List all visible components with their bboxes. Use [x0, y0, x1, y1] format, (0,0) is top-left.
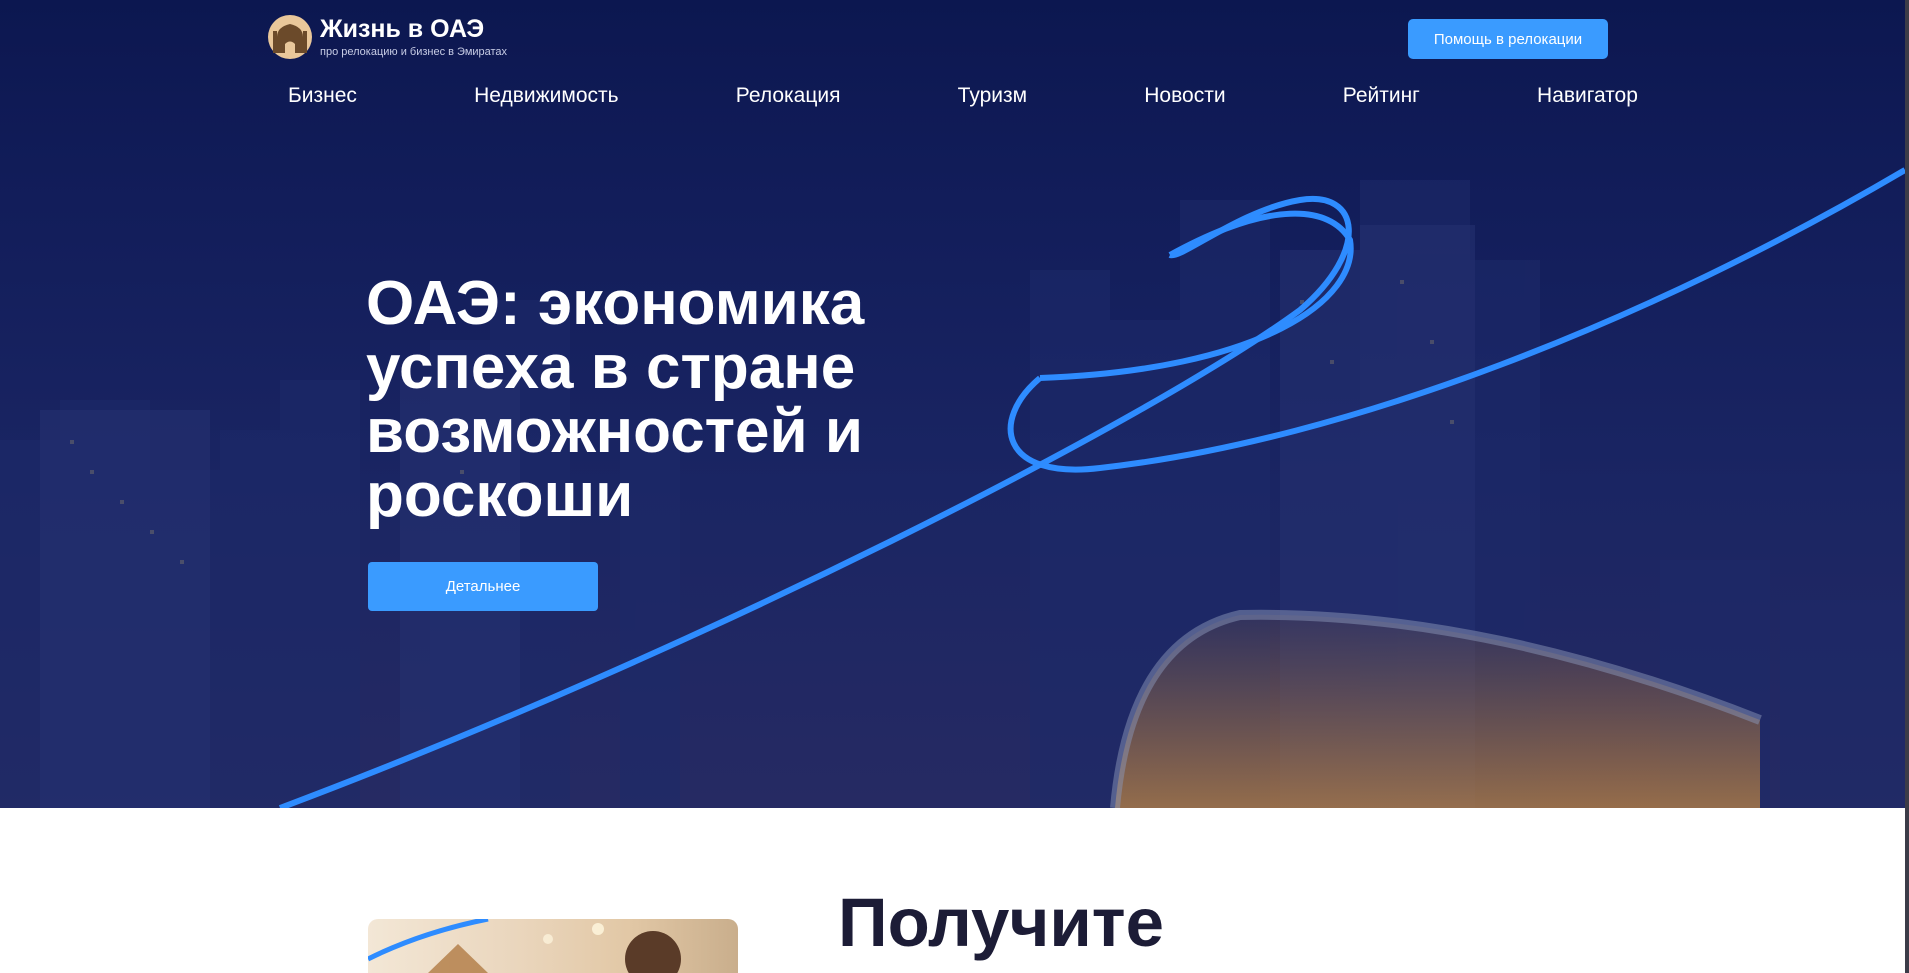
mosque-logo-icon [268, 15, 312, 59]
logo-subtitle: про релокацию и бизнес в Эмиратах [320, 46, 508, 58]
section-card-image [368, 919, 738, 973]
relocation-help-button[interactable]: Помощь в релокации [1408, 19, 1608, 59]
section-title: Получите [838, 884, 1164, 961]
nav-item-business[interactable]: Бизнес [288, 80, 357, 112]
page-scrollbar[interactable] [1905, 0, 1909, 973]
site-logo[interactable]: Жизнь в ОАЭ про релокацию и бизнес в Эми… [266, 12, 507, 62]
hero-section: Жизнь в ОАЭ про релокацию и бизнес в Эми… [0, 0, 1905, 808]
main-navigation: Бизнес Недвижимость Релокация Туризм Нов… [288, 80, 1638, 112]
details-button[interactable]: Детальнее [368, 562, 598, 611]
nav-item-tourism[interactable]: Туризм [958, 80, 1027, 112]
nav-item-navigator[interactable]: Навигатор [1537, 80, 1638, 112]
nav-item-real-estate[interactable]: Недвижимость [474, 80, 618, 112]
logo-title: Жизнь в ОАЭ [320, 15, 485, 43]
nav-item-relocation[interactable]: Релокация [736, 80, 841, 112]
nav-item-news[interactable]: Новости [1144, 80, 1225, 112]
hero-title: ОАЭ: экономика успеха в стране возможнос… [366, 269, 865, 530]
nav-item-rating[interactable]: Рейтинг [1343, 80, 1420, 112]
